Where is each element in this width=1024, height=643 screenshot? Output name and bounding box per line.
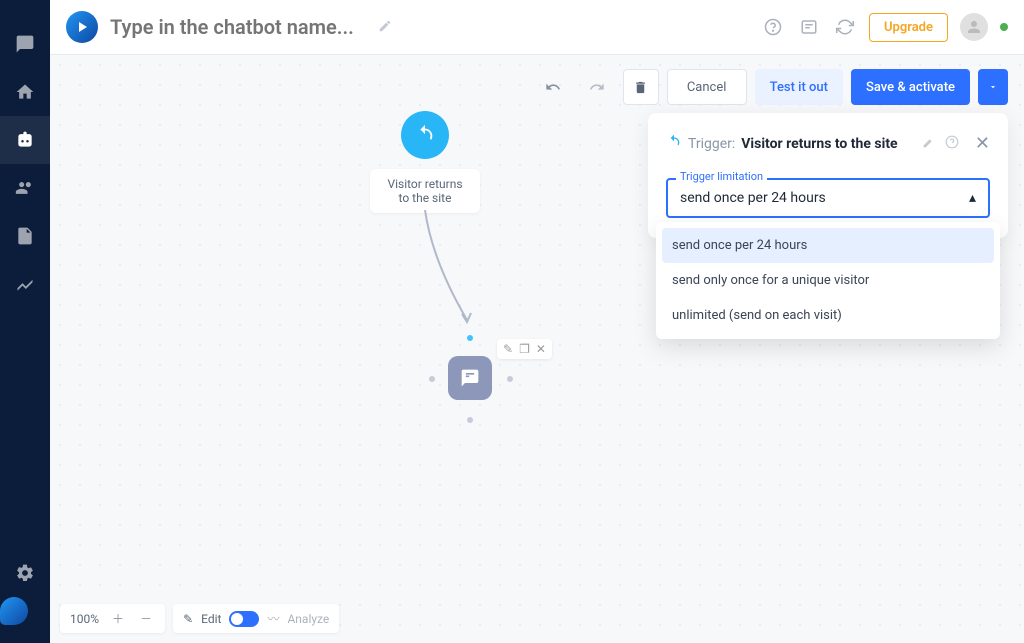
sidebar-item-settings[interactable]: [0, 549, 50, 597]
help-icon[interactable]: [761, 15, 785, 39]
edit-mode-icon: ✎: [183, 612, 193, 626]
node-delete-icon[interactable]: ✕: [536, 342, 546, 356]
sidebar-item-chat[interactable]: [0, 20, 50, 68]
trigger-settings-panel: Trigger: Visitor returns to the site ✕ T…: [648, 113, 1008, 238]
flow-canvas[interactable]: Cancel Test it out Save & activate Visit…: [50, 55, 1024, 643]
undo-button[interactable]: [535, 69, 571, 105]
node-edit-icon[interactable]: ✎: [503, 342, 513, 356]
sidebar-logo[interactable]: [0, 597, 28, 625]
trigger-icon-circle: [401, 111, 449, 159]
status-indicator: [1000, 23, 1008, 31]
panel-edit-icon[interactable]: [922, 134, 935, 153]
user-avatar[interactable]: [960, 13, 988, 41]
mode-toggle[interactable]: [229, 611, 259, 627]
mode-control: ✎ Edit 〰 Analyze: [173, 604, 339, 633]
sidebar-item-analytics[interactable]: [0, 260, 50, 308]
save-button[interactable]: Save & activate: [851, 69, 970, 105]
node-action-bar: ✎ ❐ ✕: [497, 339, 552, 359]
zoom-out-button[interactable]: －: [137, 610, 155, 627]
sidebar-item-docs[interactable]: [0, 212, 50, 260]
flow-connector: [417, 210, 477, 330]
brand-logo[interactable]: [66, 11, 98, 43]
node-port-bottom[interactable]: [467, 417, 473, 423]
analyze-mode-icon: 〰: [267, 610, 279, 627]
panel-close-icon[interactable]: ✕: [975, 133, 990, 154]
test-button[interactable]: Test it out: [755, 69, 843, 105]
left-sidebar: [0, 0, 50, 643]
panel-trigger-prefix: Trigger:: [688, 136, 735, 152]
sidebar-item-users[interactable]: [0, 164, 50, 212]
canvas-toolbar: Cancel Test it out Save & activate: [535, 69, 1008, 105]
message-node[interactable]: [448, 356, 492, 400]
sidebar-item-home[interactable]: [0, 68, 50, 116]
trigger-node[interactable]: Visitor returns to the site: [370, 111, 480, 213]
edit-title-icon[interactable]: [378, 18, 392, 37]
select-value: send once per 24 hours: [680, 190, 826, 206]
upgrade-button[interactable]: Upgrade: [869, 13, 948, 42]
zoom-in-button[interactable]: ＋: [109, 610, 127, 627]
node-duplicate-icon[interactable]: ❐: [519, 342, 530, 356]
zoom-level: 100%: [70, 612, 99, 626]
save-dropdown-button[interactable]: [978, 69, 1008, 105]
sidebar-item-bot[interactable]: [0, 116, 50, 164]
dropdown-option-3[interactable]: unlimited (send on each visit): [662, 298, 994, 333]
refresh-icon[interactable]: [833, 15, 857, 39]
edit-mode-label: Edit: [201, 612, 221, 626]
dropdown-option-1[interactable]: send once per 24 hours: [662, 228, 994, 263]
dropdown-list: send once per 24 hours send only once fo…: [656, 222, 1000, 339]
trigger-label: Visitor returns to the site: [370, 169, 480, 213]
dropdown-option-2[interactable]: send only once for a unique visitor: [662, 263, 994, 298]
top-header: Upgrade: [50, 0, 1024, 55]
chevron-up-icon: ▴: [969, 190, 976, 206]
panel-trigger-icon: [666, 134, 682, 154]
trigger-limitation-select[interactable]: Trigger limitation send once per 24 hour…: [666, 178, 990, 218]
analyze-mode-label: Analyze: [287, 612, 329, 626]
panel-help-icon[interactable]: [945, 134, 959, 153]
delete-button[interactable]: [623, 69, 659, 105]
select-legend: Trigger limitation: [676, 170, 767, 183]
cancel-button[interactable]: Cancel: [667, 69, 747, 105]
bottom-bar: 100% ＋ － ✎ Edit 〰 Analyze: [60, 604, 339, 633]
news-icon[interactable]: [797, 15, 821, 39]
zoom-control: 100% ＋ －: [60, 604, 165, 633]
node-port-top[interactable]: [467, 335, 473, 341]
node-port-left[interactable]: [429, 376, 435, 382]
node-port-right[interactable]: [507, 376, 513, 382]
chatbot-name-input[interactable]: [110, 15, 370, 39]
panel-trigger-name: Visitor returns to the site: [741, 136, 897, 152]
redo-button[interactable]: [579, 69, 615, 105]
